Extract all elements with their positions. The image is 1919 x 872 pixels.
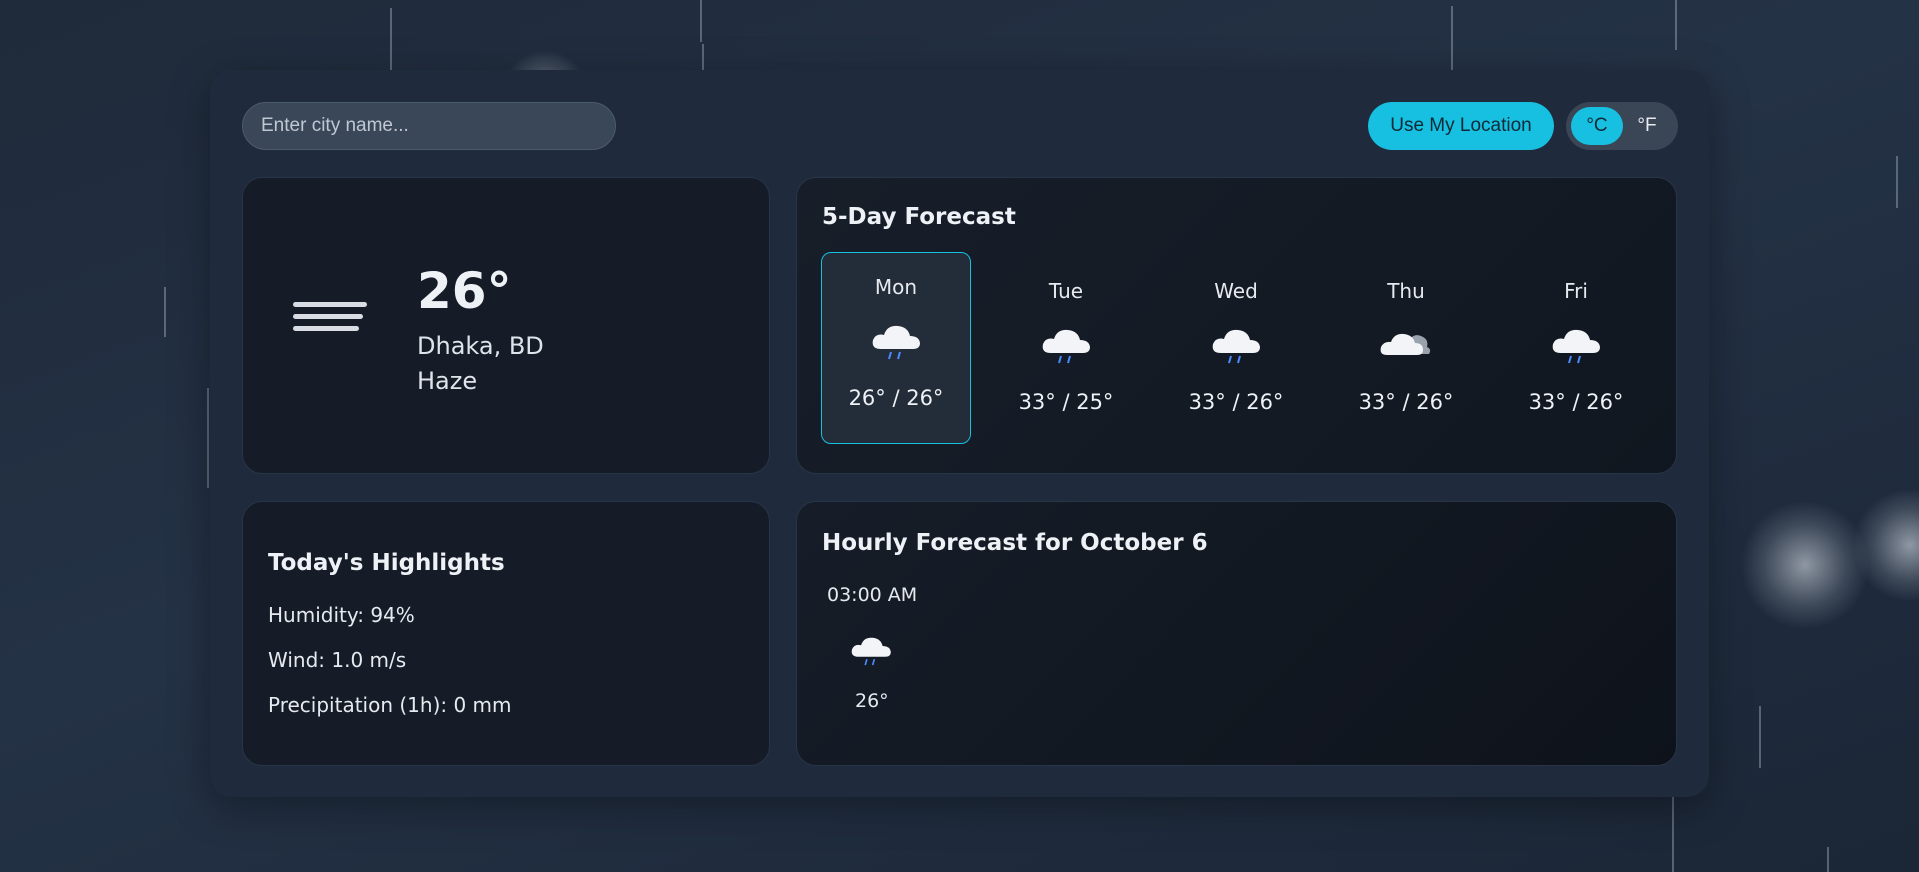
fog-glow <box>1740 500 1870 630</box>
rain-streak <box>1896 156 1898 208</box>
humidity-value: Humidity: 94% <box>268 603 415 627</box>
forecast-day-fri[interactable]: Fri 33° / 26° <box>1501 252 1651 444</box>
current-condition: Haze <box>417 367 478 395</box>
forecast-day-name: Thu <box>1387 279 1425 303</box>
forecast-day-name: Fri <box>1564 279 1588 303</box>
rain-streak <box>1827 847 1829 872</box>
forecast-day-tue[interactable]: Tue 33° / 25° <box>991 252 1141 444</box>
forecast-day-temps: 26° / 26° <box>848 386 944 410</box>
rain-streak <box>700 0 702 42</box>
fahrenheit-button[interactable]: °F <box>1621 107 1673 145</box>
hourly-title: Hourly Forecast for October 6 <box>822 530 1208 556</box>
rain-cloud-icon <box>1042 329 1090 364</box>
forecast-day-name: Mon <box>874 275 918 299</box>
hourly-time: 03:00 AM <box>827 584 918 606</box>
use-my-location-button[interactable]: Use My Location <box>1368 102 1554 150</box>
forecast-day-temps: 33° / 26° <box>1188 390 1284 414</box>
fog-glow <box>1850 490 1919 600</box>
rain-cloud-icon <box>1212 329 1260 364</box>
cloudy-icon <box>1380 333 1431 355</box>
forecast-day-wed[interactable]: Wed 33° / 26° <box>1161 252 1311 444</box>
rain-streak <box>1675 0 1677 50</box>
rain-cloud-icon <box>1552 329 1600 364</box>
rain-streak <box>1759 706 1761 768</box>
precipitation-value: Precipitation (1h): 0 mm <box>268 693 512 717</box>
rain-cloud-icon <box>872 325 920 360</box>
wind-value: Wind: 1.0 m/s <box>268 648 407 672</box>
city-search-input[interactable] <box>242 102 616 150</box>
rain-cloud-icon <box>851 637 891 666</box>
five-day-forecast-card: 5-Day Forecast Mon 26° / 26° Tue 33° / 2… <box>796 177 1677 474</box>
forecast-day-name: Wed <box>1214 279 1258 303</box>
forecast-day-mon[interactable]: Mon 26° / 26° <box>821 252 971 444</box>
hourly-temperature: 26° <box>855 690 889 712</box>
current-temperature: 26° <box>417 262 512 320</box>
haze-icon <box>293 302 367 338</box>
forecast-title: 5-Day Forecast <box>822 204 1016 230</box>
highlights-title: Today's Highlights <box>268 550 505 576</box>
todays-highlights-card: Today's Highlights Humidity: 94% Wind: 1… <box>242 501 770 766</box>
weather-app: Use My Location °C °F 26° Dhaka, BD Haze… <box>210 70 1709 797</box>
forecast-day-name: Tue <box>1048 279 1084 303</box>
forecast-day-thu[interactable]: Thu 33° / 26° <box>1331 252 1481 444</box>
hourly-forecast-card: Hourly Forecast for October 6 03:00 AM 2… <box>796 501 1677 766</box>
rain-streak <box>207 388 209 488</box>
rain-streak <box>164 287 166 337</box>
unit-toggle: °C °F <box>1566 102 1678 150</box>
celsius-button[interactable]: °C <box>1571 107 1623 145</box>
rain-streak <box>1672 790 1674 872</box>
forecast-day-temps: 33° / 26° <box>1528 390 1624 414</box>
forecast-day-temps: 33° / 25° <box>1018 390 1114 414</box>
forecast-day-temps: 33° / 26° <box>1358 390 1454 414</box>
current-weather-card: 26° Dhaka, BD Haze <box>242 177 770 474</box>
current-city: Dhaka, BD <box>417 332 544 360</box>
